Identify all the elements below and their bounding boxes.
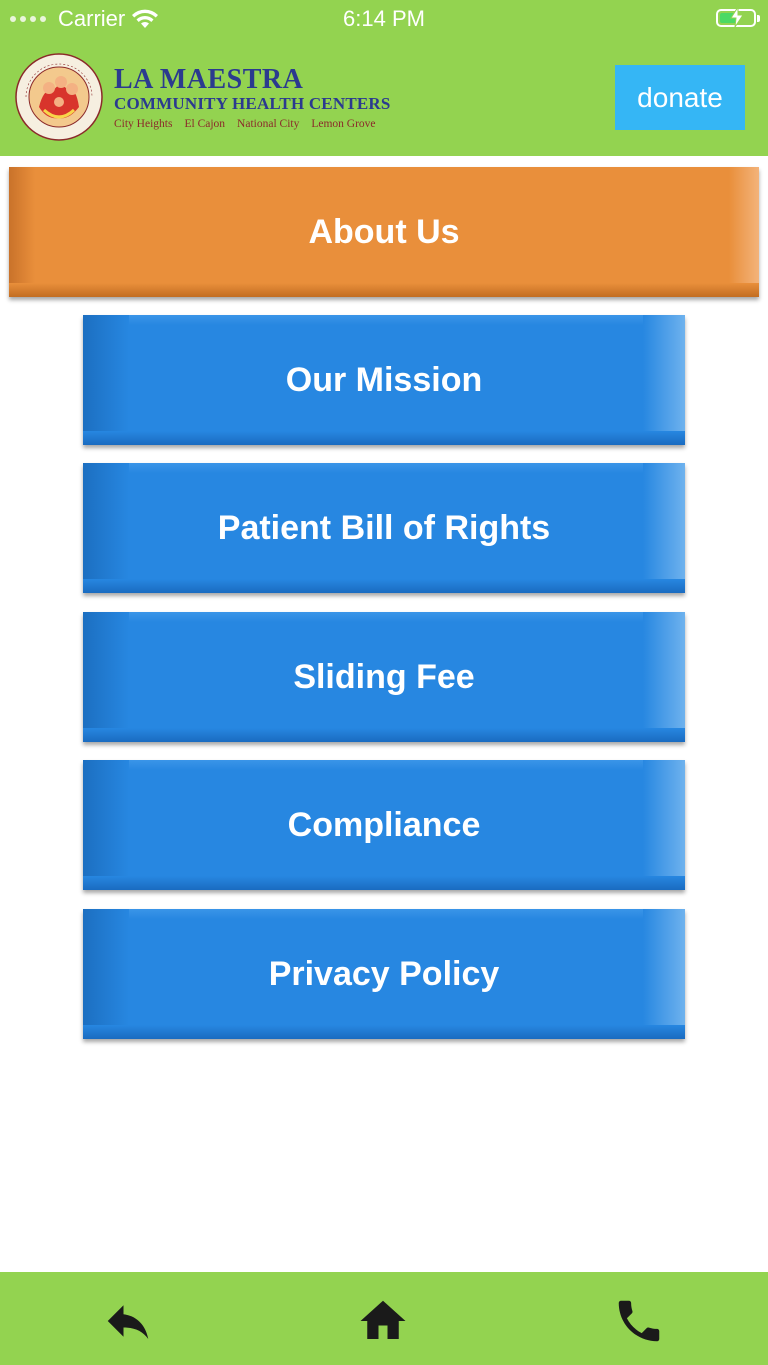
status-bar: Carrier 6:14 PM: [0, 0, 768, 38]
logo[interactable]: LA MAESTRA COMMUNITY HEALTH CENTERS City…: [14, 52, 414, 144]
app-header: LA MAESTRA COMMUNITY HEALTH CENTERS City…: [0, 38, 768, 156]
logo-subtitle: COMMUNITY HEALTH CENTERS: [114, 94, 391, 113]
patient-bill-of-rights-button[interactable]: Patient Bill of Rights: [83, 463, 685, 593]
about-us-button[interactable]: About Us: [9, 167, 759, 297]
reply-icon[interactable]: [101, 1294, 155, 1348]
logo-locations: City Heights El Cajon National City Lemo…: [114, 118, 391, 130]
logo-location: National City: [237, 118, 300, 130]
logo-location: City Heights: [114, 118, 173, 130]
logo-seal-icon: [15, 53, 103, 141]
about-us-label: About Us: [308, 212, 460, 251]
privacy-policy-button[interactable]: Privacy Policy: [83, 909, 685, 1039]
our-mission-button[interactable]: Our Mission: [83, 315, 685, 445]
sliding-fee-button[interactable]: Sliding Fee: [83, 612, 685, 742]
menu-item-label: Patient Bill of Rights: [217, 508, 551, 547]
home-icon[interactable]: [356, 1294, 410, 1348]
status-time: 6:14 PM: [343, 6, 425, 31]
menu-item-label: Our Mission: [285, 360, 483, 399]
compliance-button[interactable]: Compliance: [83, 760, 685, 890]
logo-location: Lemon Grove: [311, 118, 376, 130]
menu-item-label: Sliding Fee: [293, 657, 475, 696]
logo-name: LA MAESTRA: [114, 64, 304, 95]
bottom-nav: [0, 1272, 768, 1365]
battery-icon: [716, 7, 760, 27]
donate-button[interactable]: donate: [615, 65, 745, 130]
phone-icon[interactable]: [612, 1294, 666, 1348]
menu-item-label: Privacy Policy: [268, 954, 500, 993]
menu-item-label: Compliance: [287, 805, 481, 844]
logo-location: El Cajon: [184, 118, 226, 130]
